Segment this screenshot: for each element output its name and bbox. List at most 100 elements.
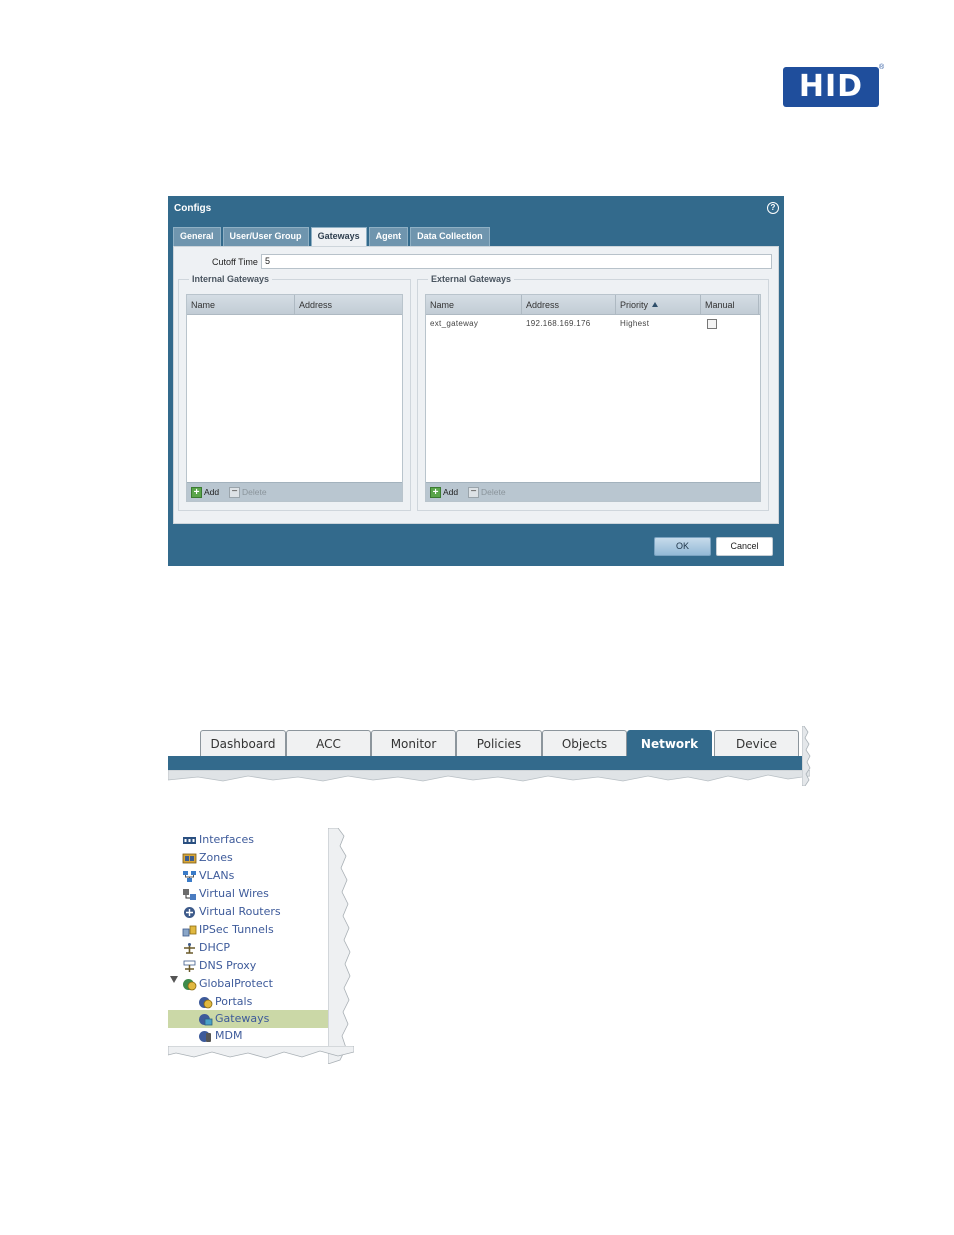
external-gateways-grid: Name Address Priority Manual ext_gateway… — [425, 294, 761, 502]
tab-objects[interactable]: Objects — [542, 730, 627, 756]
delete-label: Delete — [242, 487, 267, 497]
globalprotect-icon — [183, 978, 197, 990]
tree-item-zones[interactable]: Zones — [182, 849, 332, 867]
row-name: ext_gateway — [430, 319, 479, 328]
column-name[interactable]: Name — [426, 295, 522, 315]
external-gateways-legend: External Gateways — [428, 274, 515, 284]
internal-gateways-toolbar: + Add − Delete — [187, 482, 402, 501]
tab-acc[interactable]: ACC — [286, 730, 371, 756]
add-label: Add — [443, 487, 459, 497]
cancel-button[interactable]: Cancel — [716, 537, 773, 556]
column-priority[interactable]: Priority — [616, 295, 701, 315]
mdm-icon — [199, 1030, 211, 1042]
table-row[interactable]: ext_gateway 192.168.169.176 Highest — [426, 316, 760, 332]
tree-item-label: Portals — [215, 995, 253, 1008]
tree-item-dns-proxy[interactable]: DNS Proxy — [182, 957, 332, 975]
torn-edge-right — [802, 726, 811, 786]
configs-dialog: Configs ? General User/User Group Gatewa… — [168, 196, 784, 566]
zones-icon — [182, 853, 197, 863]
external-gateways-toolbar: + Add − Delete — [426, 482, 760, 501]
tree-item-label: GlobalProtect — [199, 977, 273, 990]
plus-icon: + — [430, 487, 441, 498]
tree-item-label: VLANs — [199, 869, 235, 882]
ok-button[interactable]: OK — [654, 537, 711, 556]
tab-user-user-group[interactable]: User/User Group — [222, 227, 309, 246]
tree-item-interfaces[interactable]: Interfaces — [182, 831, 332, 849]
delete-button[interactable]: − Delete — [229, 487, 267, 498]
torn-edge-right — [328, 828, 351, 1064]
tree-item-label: Virtual Wires — [199, 887, 269, 900]
dns-proxy-icon — [183, 960, 196, 972]
cutoff-time-label: Cutoff Time — [212, 257, 258, 267]
tab-data-collection[interactable]: Data Collection — [410, 227, 490, 246]
gateways-icon — [199, 1013, 213, 1025]
tab-gateways[interactable]: Gateways — [310, 227, 367, 247]
minus-icon: − — [229, 487, 240, 498]
tree-item-vlans[interactable]: VLANs — [182, 867, 332, 885]
tree-item-label: Interfaces — [199, 833, 254, 846]
grid-header: Name Address Priority Manual — [426, 295, 760, 315]
torn-edge-bottom — [168, 770, 810, 782]
tab-policies[interactable]: Policies — [456, 730, 542, 756]
nav-bar — [168, 756, 804, 770]
manual-checkbox[interactable] — [707, 319, 717, 329]
virtual-routers-icon — [184, 906, 195, 918]
tree-item-label: IPSec Tunnels — [199, 923, 274, 936]
tab-network[interactable]: Network — [627, 730, 712, 756]
column-address[interactable]: Address — [295, 295, 402, 315]
tree-item-globalprotect[interactable]: GlobalProtect — [182, 975, 332, 993]
sort-ascending-icon — [652, 302, 659, 307]
registered-mark: ® — [879, 64, 885, 71]
tree-item-label: DHCP — [199, 941, 231, 954]
portals-icon — [199, 996, 213, 1008]
dhcp-icon — [184, 942, 195, 954]
internal-gateways-grid: Name Address + Add − Delete — [186, 294, 403, 502]
minus-icon: − — [468, 487, 479, 498]
torn-edge-bottom — [168, 1046, 354, 1059]
external-gateways-section: External Gateways Name Address Priority … — [417, 274, 769, 511]
priority-header-label: Priority — [620, 300, 649, 310]
tree-item-label: Gateways — [215, 1012, 270, 1025]
tree-item-dhcp[interactable]: DHCP — [182, 939, 332, 957]
plus-icon: + — [191, 487, 202, 498]
ipsec-tunnels-icon — [182, 925, 197, 936]
dialog-title: Configs — [174, 203, 212, 214]
delete-button[interactable]: − Delete — [468, 487, 506, 498]
grid-header: Name Address — [187, 295, 402, 315]
tree-item-virtual-wires[interactable]: Virtual Wires — [182, 885, 332, 903]
tree-item-label: Zones — [199, 851, 233, 864]
dialog-tabs: General User/User Group Gateways Agent D… — [173, 227, 490, 247]
add-button[interactable]: + Add — [430, 487, 458, 498]
tree-item-mdm[interactable]: MDM — [198, 1027, 332, 1045]
help-icon[interactable]: ? — [767, 202, 779, 214]
cutoff-time-input[interactable]: 5 — [261, 254, 772, 269]
add-button[interactable]: + Add — [191, 487, 219, 498]
column-name[interactable]: Name — [187, 295, 295, 315]
row-address: 192.168.169.176 — [526, 319, 591, 328]
tab-general[interactable]: General — [173, 227, 221, 246]
tree-item-label: Virtual Routers — [199, 905, 281, 918]
tree-item-ipsec-tunnels[interactable]: IPSec Tunnels — [182, 921, 332, 939]
tab-device[interactable]: Device — [714, 730, 799, 756]
tree-item-gateways[interactable]: Gateways — [168, 1010, 336, 1028]
dialog-body: Cutoff Time 5 Internal Gateways Name Add… — [173, 246, 779, 524]
tree-item-virtual-routers[interactable]: Virtual Routers — [182, 903, 332, 921]
hid-logo: HID — [783, 67, 879, 107]
delete-label: Delete — [481, 487, 506, 497]
virtual-wires-icon — [183, 888, 196, 900]
tab-monitor[interactable]: Monitor — [371, 730, 456, 756]
internal-gateways-legend: Internal Gateways — [189, 274, 273, 284]
tab-dashboard[interactable]: Dashboard — [200, 730, 286, 756]
collapse-arrow-icon[interactable] — [170, 976, 178, 983]
column-address[interactable]: Address — [522, 295, 616, 315]
tree-item-label: MDM — [215, 1029, 243, 1042]
tab-agent[interactable]: Agent — [368, 227, 409, 246]
add-label: Add — [204, 487, 220, 497]
vlans-icon — [183, 870, 196, 882]
internal-gateways-section: Internal Gateways Name Address + Add − D… — [178, 274, 411, 511]
tree-item-portals[interactable]: Portals — [198, 993, 332, 1011]
interfaces-icon — [183, 836, 196, 844]
network-tree-menu: Interfaces Zones VLANs Virtual Wires Vir… — [168, 828, 354, 1064]
column-manual[interactable]: Manual — [701, 295, 759, 315]
row-priority: Highest — [620, 319, 650, 328]
